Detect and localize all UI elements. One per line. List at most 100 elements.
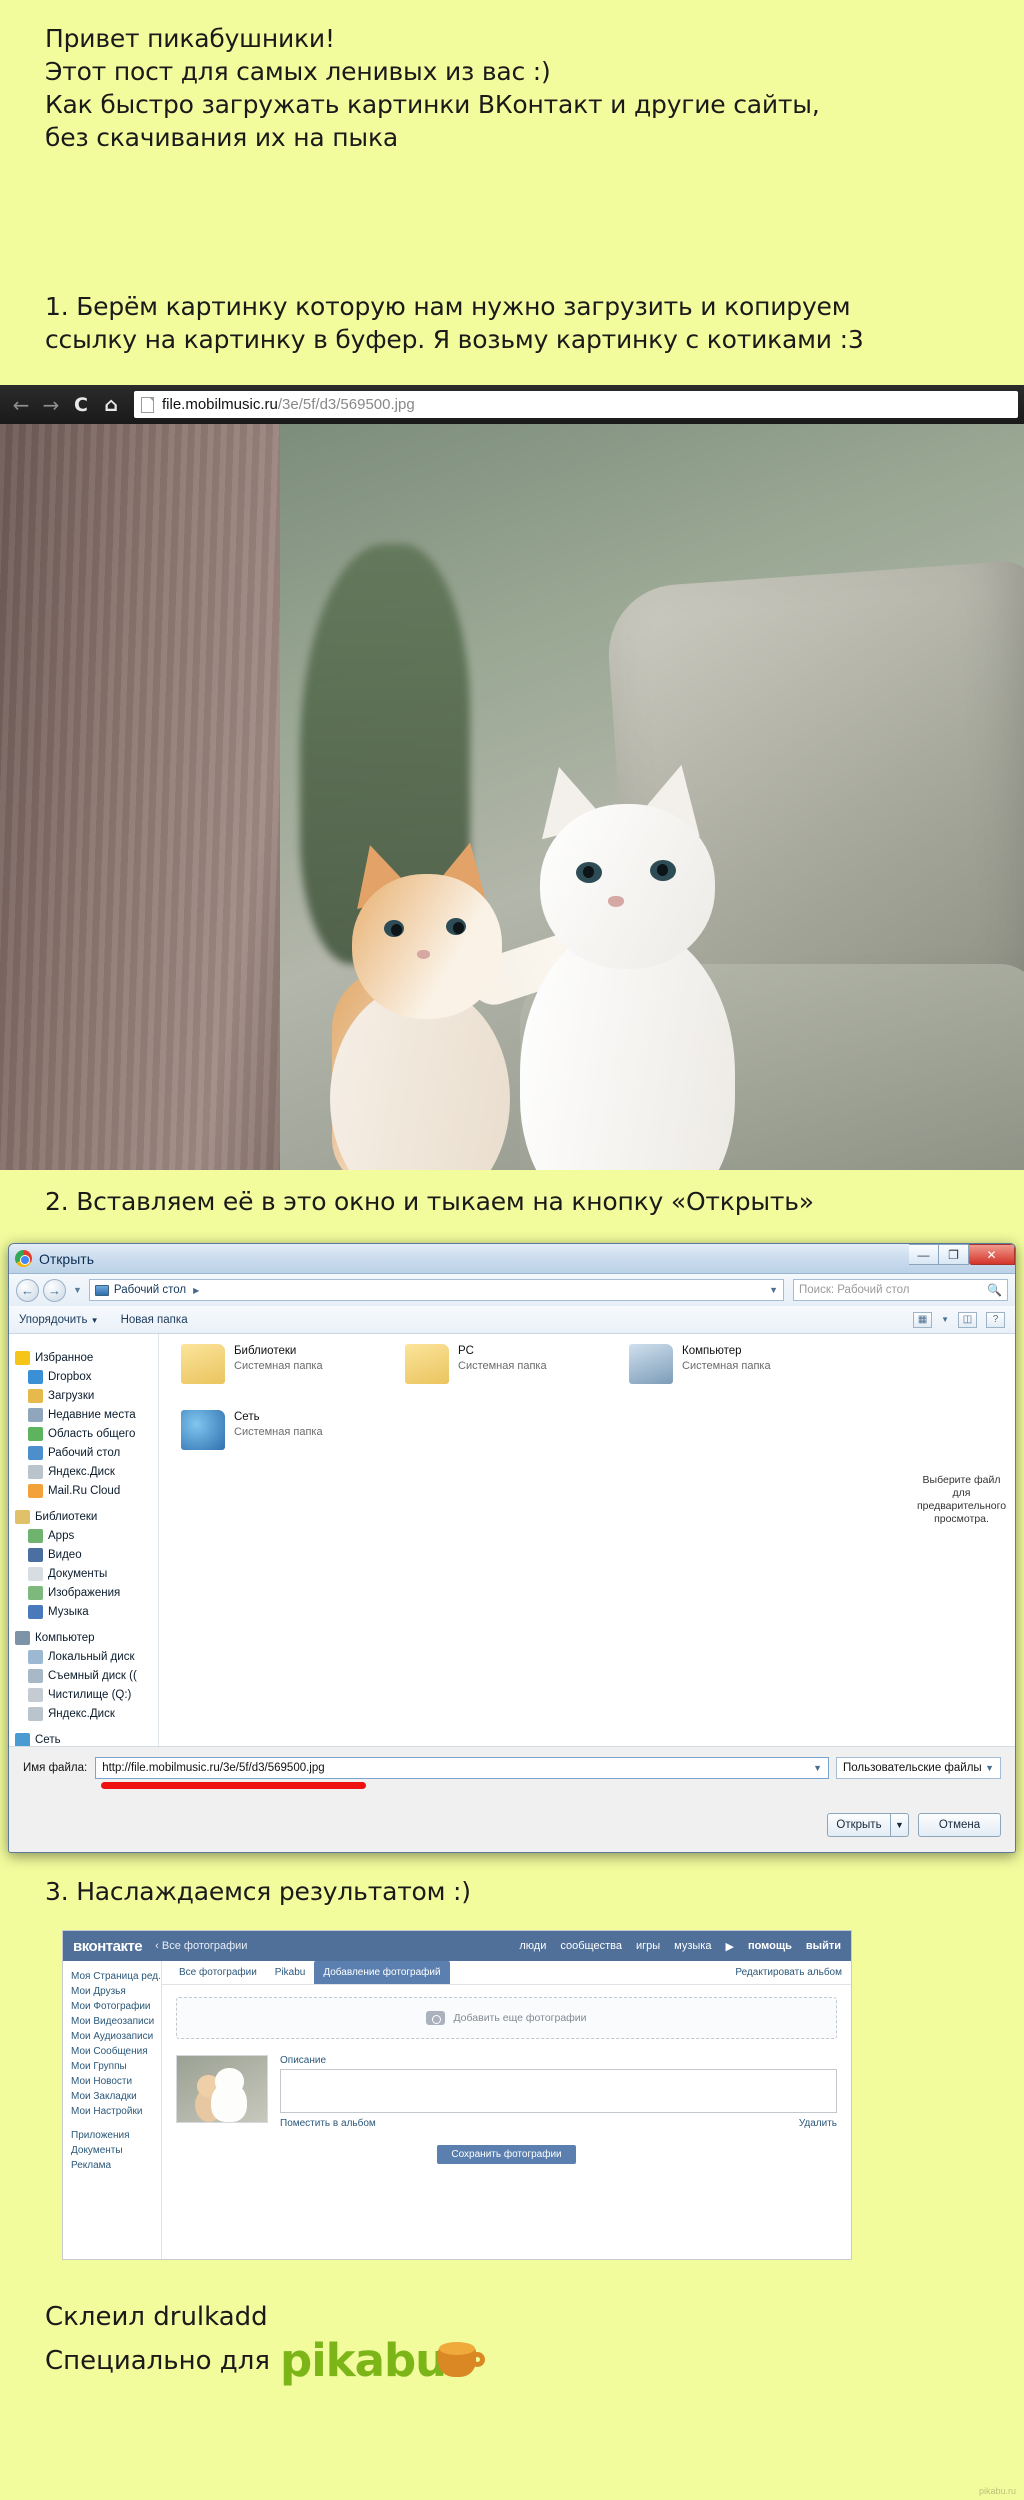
photo-scene bbox=[0, 424, 1024, 1170]
sidebar-item-18[interactable]: Яндекс.Диск bbox=[15, 1704, 158, 1723]
filetype-select[interactable]: Пользовательские файлы ▼ bbox=[836, 1757, 1001, 1779]
file-item[interactable]: Компьютер Системная папка bbox=[629, 1344, 853, 1404]
vk-sidebar-item-4[interactable]: Мои Аудиозаписи bbox=[71, 2029, 161, 2044]
nav-history-caret-icon[interactable]: ▼ bbox=[73, 1285, 82, 1295]
vk-nav-item-3[interactable]: музыка bbox=[674, 1940, 711, 1952]
vk-sidebar-item-3[interactable]: Мои Видеозаписи bbox=[71, 2014, 161, 2029]
file-item[interactable]: Сеть Системная папка bbox=[181, 1410, 405, 1470]
vk-nav-item-0[interactable]: люди bbox=[519, 1940, 546, 1952]
sidebar-item-11[interactable]: Документы bbox=[15, 1564, 158, 1583]
file-item[interactable]: Библиотеки Системная папка bbox=[181, 1344, 405, 1404]
cancel-button[interactable]: Отмена bbox=[918, 1813, 1001, 1837]
vk-sidebar-item-0[interactable]: Моя Страница ред. bbox=[71, 1969, 161, 1984]
file-item[interactable]: PC Системная папка bbox=[405, 1344, 629, 1404]
vk-logo[interactable]: вконтакте bbox=[73, 1937, 143, 1955]
vk-photo-thumbnail[interactable] bbox=[176, 2055, 268, 2123]
preview-pane-button[interactable]: ◫ bbox=[958, 1311, 977, 1328]
sidebar-item-16[interactable]: Съемный диск (( bbox=[15, 1666, 158, 1685]
vk-sidebar-item-1[interactable]: Мои Друзья bbox=[71, 1984, 161, 1999]
vk-sidebar-item-2[interactable]: Мои Фотографии bbox=[71, 1999, 161, 2014]
new-folder-button[interactable]: Новая папка bbox=[121, 1314, 188, 1326]
vk-back-link[interactable]: ‹ Все фотографии bbox=[155, 1940, 247, 1952]
sidebar-item-17[interactable]: Чистилище (Q:) bbox=[15, 1685, 158, 1704]
back-arrow-icon[interactable]: ← bbox=[6, 390, 36, 420]
vk-nav-item-5[interactable]: помощь bbox=[748, 1940, 792, 1952]
vk-tab-0[interactable]: Все фотографии bbox=[170, 1961, 266, 1984]
maximize-button[interactable]: ❐ bbox=[939, 1244, 969, 1265]
sidebar-item-3[interactable]: Недавние места bbox=[15, 1405, 158, 1424]
url-domain: file.mobilmusic.ru bbox=[162, 396, 278, 413]
sidebar-item-10[interactable]: Видео bbox=[15, 1545, 158, 1564]
nav-forward-button[interactable]: → bbox=[43, 1278, 66, 1302]
vk-tab-1[interactable]: Pikabu bbox=[266, 1961, 315, 1984]
breadcrumb-label: Рабочий стол bbox=[113, 1284, 187, 1296]
forward-arrow-icon[interactable]: → bbox=[36, 390, 66, 420]
vk-edit-album-link[interactable]: Редактировать альбом bbox=[726, 1961, 851, 1984]
sidebar-item-label: Недавние места bbox=[48, 1408, 136, 1421]
sidebar-item-2[interactable]: Загрузки bbox=[15, 1386, 158, 1405]
filetype-caret-icon[interactable]: ▼ bbox=[985, 1763, 994, 1773]
minimize-button[interactable]: — bbox=[909, 1244, 939, 1265]
vk-add-photos-dropzone[interactable]: Добавить еще фотографии bbox=[176, 1997, 837, 2039]
file-item-name: PC bbox=[458, 1345, 474, 1357]
vk-tabs: Все фотографии Pikabu Добавление фотографи… bbox=[162, 1961, 851, 1985]
open-dropdown-caret-icon[interactable]: ▼ bbox=[891, 1813, 909, 1837]
sidebar-item-4[interactable]: Область общего bbox=[15, 1424, 158, 1443]
sidebar-item-6[interactable]: Яндекс.Диск bbox=[15, 1462, 158, 1481]
address-bar[interactable]: file.mobilmusic.ru/3e/5f/d3/569500.jpg bbox=[134, 391, 1018, 418]
vk-save-row: Сохранить фотографии bbox=[162, 2145, 851, 2164]
vk-nav-item-2[interactable]: игры bbox=[636, 1940, 660, 1952]
vk-content: Все фотографии Pikabu Добавление фотографи… bbox=[161, 1961, 851, 2259]
desktop-icon bbox=[28, 1445, 43, 1460]
vk-sidebar-item-6[interactable]: Мои Группы bbox=[71, 2059, 161, 2074]
filename-input[interactable]: http://file.mobilmusic.ru/3e/5f/d3/56950… bbox=[95, 1757, 829, 1779]
vk-sidebar-item-7[interactable]: Мои Новости bbox=[71, 2074, 161, 2089]
search-input[interactable]: Поиск: Рабочий стол 🔍 bbox=[793, 1279, 1008, 1301]
help-button[interactable]: ? bbox=[986, 1311, 1005, 1328]
breadcrumb-bar[interactable]: Рабочий стол ▶ ▼ bbox=[88, 1279, 784, 1301]
vk-logo-rest: контакте bbox=[81, 1937, 143, 1955]
address-dropdown-caret-icon[interactable]: ▼ bbox=[769, 1285, 778, 1295]
reload-icon[interactable]: C bbox=[66, 390, 96, 420]
vk-sidebar-item-9[interactable]: Мои Настройки bbox=[71, 2104, 161, 2119]
vk-sidebar-item-5[interactable]: Мои Сообщения bbox=[71, 2044, 161, 2059]
yandex-disk-icon bbox=[28, 1706, 43, 1721]
organize-button[interactable]: Упорядочить ▼ bbox=[19, 1314, 99, 1326]
vk-tab-2[interactable]: Добавление фотографий bbox=[314, 1961, 450, 1984]
close-button[interactable]: ✕ bbox=[969, 1244, 1015, 1265]
nav-back-button[interactable]: ← bbox=[16, 1278, 39, 1302]
open-button[interactable]: Открыть bbox=[827, 1813, 891, 1837]
vk-delete-link[interactable]: Удалить bbox=[799, 2118, 837, 2129]
libraries-folder-icon bbox=[181, 1344, 225, 1384]
vk-move-to-album-link[interactable]: Поместить в альбом bbox=[280, 2118, 376, 2129]
vk-sidebar2-item-2[interactable]: Реклама bbox=[71, 2158, 161, 2173]
vk-sidebar2-item-1[interactable]: Документы bbox=[71, 2143, 161, 2158]
vk-nav-item-6[interactable]: выйти bbox=[806, 1940, 841, 1952]
view-mode-caret-icon[interactable]: ▼ bbox=[941, 1315, 949, 1324]
step-1-line-1: 1. Берём картинку которую нам нужно загр… bbox=[45, 292, 851, 321]
vk-save-photos-button[interactable]: Сохранить фотографии bbox=[437, 2145, 576, 2164]
sidebar-item-14[interactable]: Компьютер bbox=[15, 1628, 158, 1647]
sidebar-item-7[interactable]: Mail.Ru Cloud bbox=[15, 1481, 158, 1500]
vk-sidebar2-item-0[interactable]: Приложения bbox=[71, 2128, 161, 2143]
sidebar-item-15[interactable]: Локальный диск bbox=[15, 1647, 158, 1666]
sidebar-item-9[interactable]: Apps bbox=[15, 1526, 158, 1545]
sidebar-item-8[interactable]: Библиотеки bbox=[15, 1507, 158, 1526]
sidebar-item-0[interactable]: Избранное bbox=[15, 1348, 158, 1367]
home-icon[interactable]: ⌂ bbox=[96, 390, 126, 420]
sidebar-item-12[interactable]: Изображения bbox=[15, 1583, 158, 1602]
sidebar-item-19[interactable]: Сеть bbox=[15, 1730, 158, 1746]
desktop-icon bbox=[94, 1284, 109, 1296]
vk-sidebar-item-8[interactable]: Мои Закладки bbox=[71, 2089, 161, 2104]
sidebar-item-1[interactable]: Dropbox bbox=[15, 1367, 158, 1386]
network-icon bbox=[15, 1732, 30, 1746]
sidebar-item-5[interactable]: Рабочий стол bbox=[15, 1443, 158, 1462]
vk-description-input[interactable] bbox=[280, 2069, 837, 2113]
breadcrumb-caret-icon[interactable]: ▶ bbox=[193, 1286, 199, 1295]
browser-window: ← → C ⌂ file.mobilmusic.ru/3e/5f/d3/5695… bbox=[0, 385, 1024, 1170]
sidebar-item-13[interactable]: Музыка bbox=[15, 1602, 158, 1621]
view-mode-button[interactable]: ▦ bbox=[913, 1311, 933, 1328]
vk-nav-item-1[interactable]: сообщества bbox=[560, 1940, 622, 1952]
filename-dropdown-caret-icon[interactable]: ▼ bbox=[813, 1763, 822, 1773]
vk-nav-item-4[interactable]: ▶ bbox=[725, 1940, 733, 1953]
